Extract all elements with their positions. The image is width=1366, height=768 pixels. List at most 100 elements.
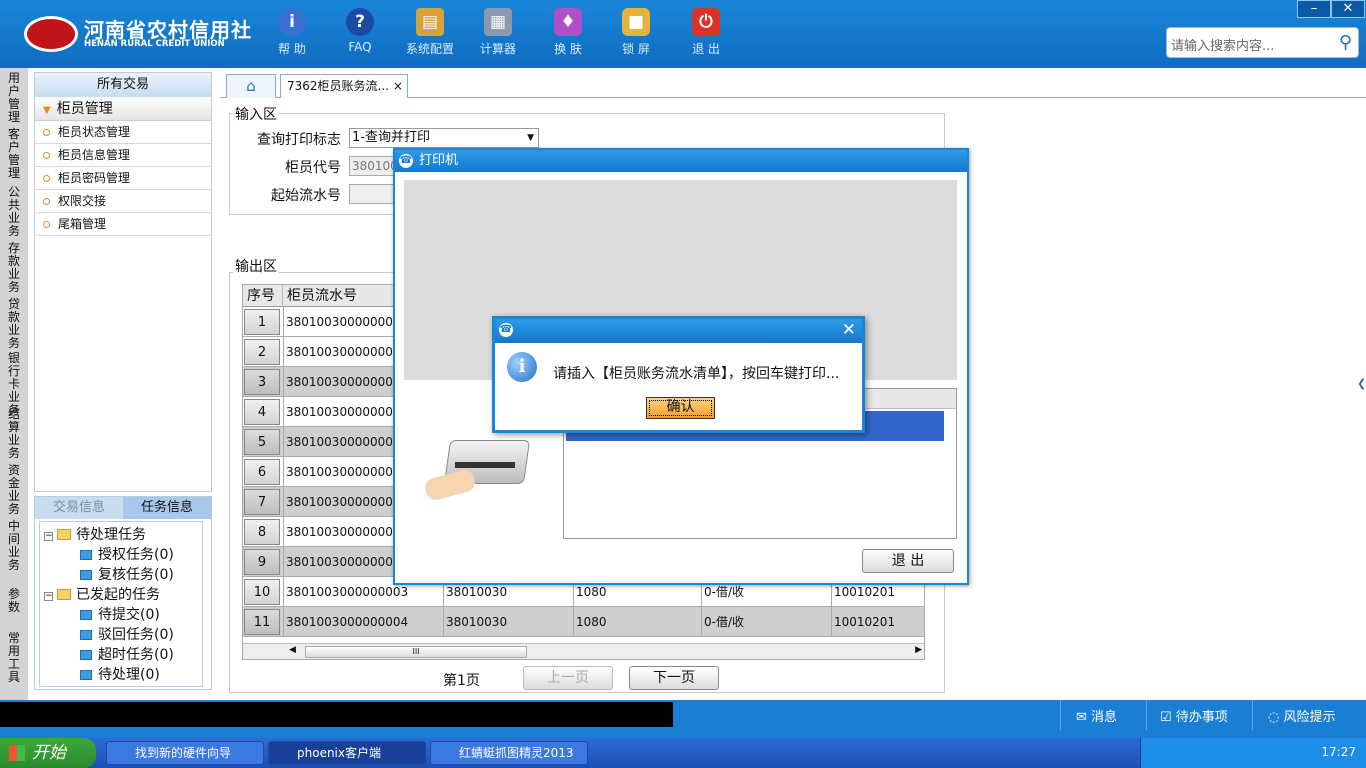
calculator-button[interactable]: ▦ 计算器: [468, 8, 528, 57]
status-message-box: [0, 702, 673, 727]
search-input[interactable]: 请输入搜索内容... ⚲: [1166, 27, 1359, 58]
printer-dialog-title: 打印机: [419, 153, 459, 168]
tab-customer-management[interactable]: 客户管理: [3, 128, 25, 180]
lock-screen-button[interactable]: ■ 锁 屏: [606, 8, 666, 57]
windows-flag-icon: [9, 745, 25, 761]
scroll-right-icon[interactable]: ▶: [915, 645, 922, 655]
taskbar-item-capture-tool[interactable]: 红蜻蜓抓图精灵2013: [430, 741, 588, 765]
tree-node-rejected[interactable]: 驳回任务(0): [80, 624, 174, 644]
printer-exit-button[interactable]: 退 出: [862, 549, 954, 573]
skin-button[interactable]: ♦ 换 肤: [538, 8, 598, 57]
tab-teller-journal[interactable]: 7362柜员账务流... ×: [280, 74, 408, 98]
toolbox-icon: ▤: [416, 8, 444, 36]
horizontal-scrollbar[interactable]: ◀ III ▶: [243, 643, 924, 659]
sidebar-item-permission-handover[interactable]: 权限交接: [35, 190, 211, 213]
query-print-label: 查询打印标志: [257, 132, 341, 148]
minimize-button[interactable]: –: [1297, 0, 1331, 18]
close-tab-icon[interactable]: ×: [393, 79, 403, 93]
tab-task-info[interactable]: 任务信息: [123, 497, 211, 519]
close-icon[interactable]: ✕: [842, 320, 856, 340]
search-icon[interactable]: ⚲: [1339, 32, 1352, 53]
tab-parameters[interactable]: 参数: [3, 588, 25, 614]
next-page-button[interactable]: 下一页: [629, 666, 719, 690]
taskbar-item-phoenix[interactable]: phoenix客户端: [268, 741, 426, 765]
printer-icon: [423, 432, 535, 512]
collapse-icon[interactable]: −: [44, 532, 53, 541]
row-number: 6: [244, 459, 280, 485]
confirm-button[interactable]: 确认: [646, 397, 715, 419]
sidebar-header[interactable]: 所有交易: [35, 73, 211, 97]
tab-deposit-business[interactable]: 存款业务: [3, 242, 25, 294]
tree-node-to-process[interactable]: 待处理(0): [80, 664, 160, 684]
clock: 17:27: [1321, 745, 1356, 759]
close-window-button[interactable]: ✕: [1331, 0, 1365, 18]
tree-node-to-submit[interactable]: 待提交(0): [80, 604, 160, 624]
row-number: 2: [244, 339, 280, 365]
risk-button[interactable]: ◌ 风险提示: [1268, 706, 1336, 725]
folder-icon: [57, 529, 71, 540]
info-icon: i: [507, 352, 537, 382]
sidebar-item-teller-password[interactable]: 柜员密码管理: [35, 167, 211, 190]
collapse-right-icon[interactable]: ❮: [1357, 362, 1366, 406]
tree-node-review[interactable]: 复核任务(0): [80, 564, 174, 584]
messages-button[interactable]: ✉ 消息: [1076, 706, 1117, 725]
system-config-label: 系统配置: [405, 42, 454, 56]
row-number: 1: [244, 309, 280, 335]
tree-node-initiated[interactable]: − 已发起的任务: [44, 584, 160, 604]
teller-code-field[interactable]: 380100: [349, 156, 399, 176]
bullet-icon: [43, 221, 50, 228]
exit-button[interactable]: ⏻ 退 出: [676, 8, 736, 57]
sidebar-group-teller[interactable]: ▼ 柜员管理: [35, 97, 211, 121]
home-tab[interactable]: ⌂: [226, 74, 276, 98]
bullet-icon: [43, 129, 50, 136]
system-config-button[interactable]: ▤ 系统配置: [400, 8, 460, 57]
output-area-legend: 输出区: [233, 256, 279, 276]
tree-node-authorization[interactable]: 授权任务(0): [80, 544, 174, 564]
sidebar-item-tail-box[interactable]: 尾箱管理: [35, 213, 211, 236]
query-print-select[interactable]: 1-查询并打印 ▼: [349, 128, 539, 148]
sidebar-item-teller-status[interactable]: 柜员状态管理: [35, 121, 211, 144]
prev-page-button[interactable]: 上一页: [523, 666, 613, 690]
faq-button[interactable]: ? FAQ: [330, 8, 390, 54]
cell-subject: 10010201: [831, 607, 924, 637]
app-icon: ☎: [499, 323, 513, 337]
tab-public-business[interactable]: 公共业务: [3, 186, 25, 238]
tree-node-label: 超时任务(0): [98, 647, 174, 663]
start-serial-label: 起始流水号: [271, 188, 341, 204]
tree-node-pending[interactable]: − 待处理任务: [44, 524, 146, 544]
folder-blue-icon: [80, 670, 92, 680]
tab-common-tools[interactable]: 常用工具: [3, 632, 25, 684]
start-serial-field[interactable]: [349, 184, 399, 204]
page-indicator: 第1页: [443, 673, 480, 689]
scroll-thumb[interactable]: III: [305, 646, 527, 658]
row-number: 5: [244, 429, 280, 455]
info-icon: i: [278, 8, 306, 36]
message-text: 请插入【柜员账务流水清单】，按回车键打印...: [553, 366, 840, 382]
sidebar-item-label: 权限交接: [58, 194, 107, 208]
tab-settlement-business[interactable]: 结算业务: [3, 408, 25, 460]
column-header-index[interactable]: 序号: [243, 285, 283, 307]
table-row[interactable]: 11 3801003000000004 38010030 1080 0-借/收 10010…: [243, 607, 924, 637]
tree-node-timeout[interactable]: 超时任务(0): [80, 644, 174, 664]
home-icon: ⌂: [246, 77, 256, 95]
sidebar-item-teller-info[interactable]: 柜员信息管理: [35, 144, 211, 167]
taskbar-item-label: 红蜻蜓抓图精灵2013: [459, 746, 574, 760]
sidebar: 所有交易 ▼ 柜员管理 柜员状态管理 柜员信息管理 柜员密码管理 权限交接 尾箱管…: [34, 72, 212, 492]
tab-intermediary-business[interactable]: 中间业务: [3, 520, 25, 572]
tree-node-label: 待提交(0): [98, 607, 160, 623]
row-number: 8: [244, 519, 280, 545]
tab-loan-business[interactable]: 贷款业务: [3, 298, 25, 350]
scroll-left-icon[interactable]: ◀: [289, 645, 296, 655]
logo-text-en: HENAN RURAL CREDIT UNION: [84, 39, 225, 49]
select-value: 1-查询并打印: [352, 130, 430, 145]
collapse-icon[interactable]: −: [44, 592, 53, 601]
help-button[interactable]: i 帮 助: [262, 8, 322, 57]
cell-serial: 3801003000000004: [283, 607, 443, 637]
todo-button[interactable]: ☑ 待办事项: [1160, 706, 1228, 725]
left-category-tabs: 用户管理 客户管理 公共业务 存款业务 贷款业务 银行卡业务 结算业务 资金业务…: [0, 68, 28, 700]
taskbar-item-hardware-wizard[interactable]: 找到新的硬件向导: [106, 741, 264, 765]
tab-user-management[interactable]: 用户管理: [3, 72, 25, 124]
tab-fund-business[interactable]: 资金业务: [3, 464, 25, 516]
start-button[interactable]: 开始: [0, 738, 96, 768]
tab-transaction-info[interactable]: 交易信息: [35, 497, 123, 519]
